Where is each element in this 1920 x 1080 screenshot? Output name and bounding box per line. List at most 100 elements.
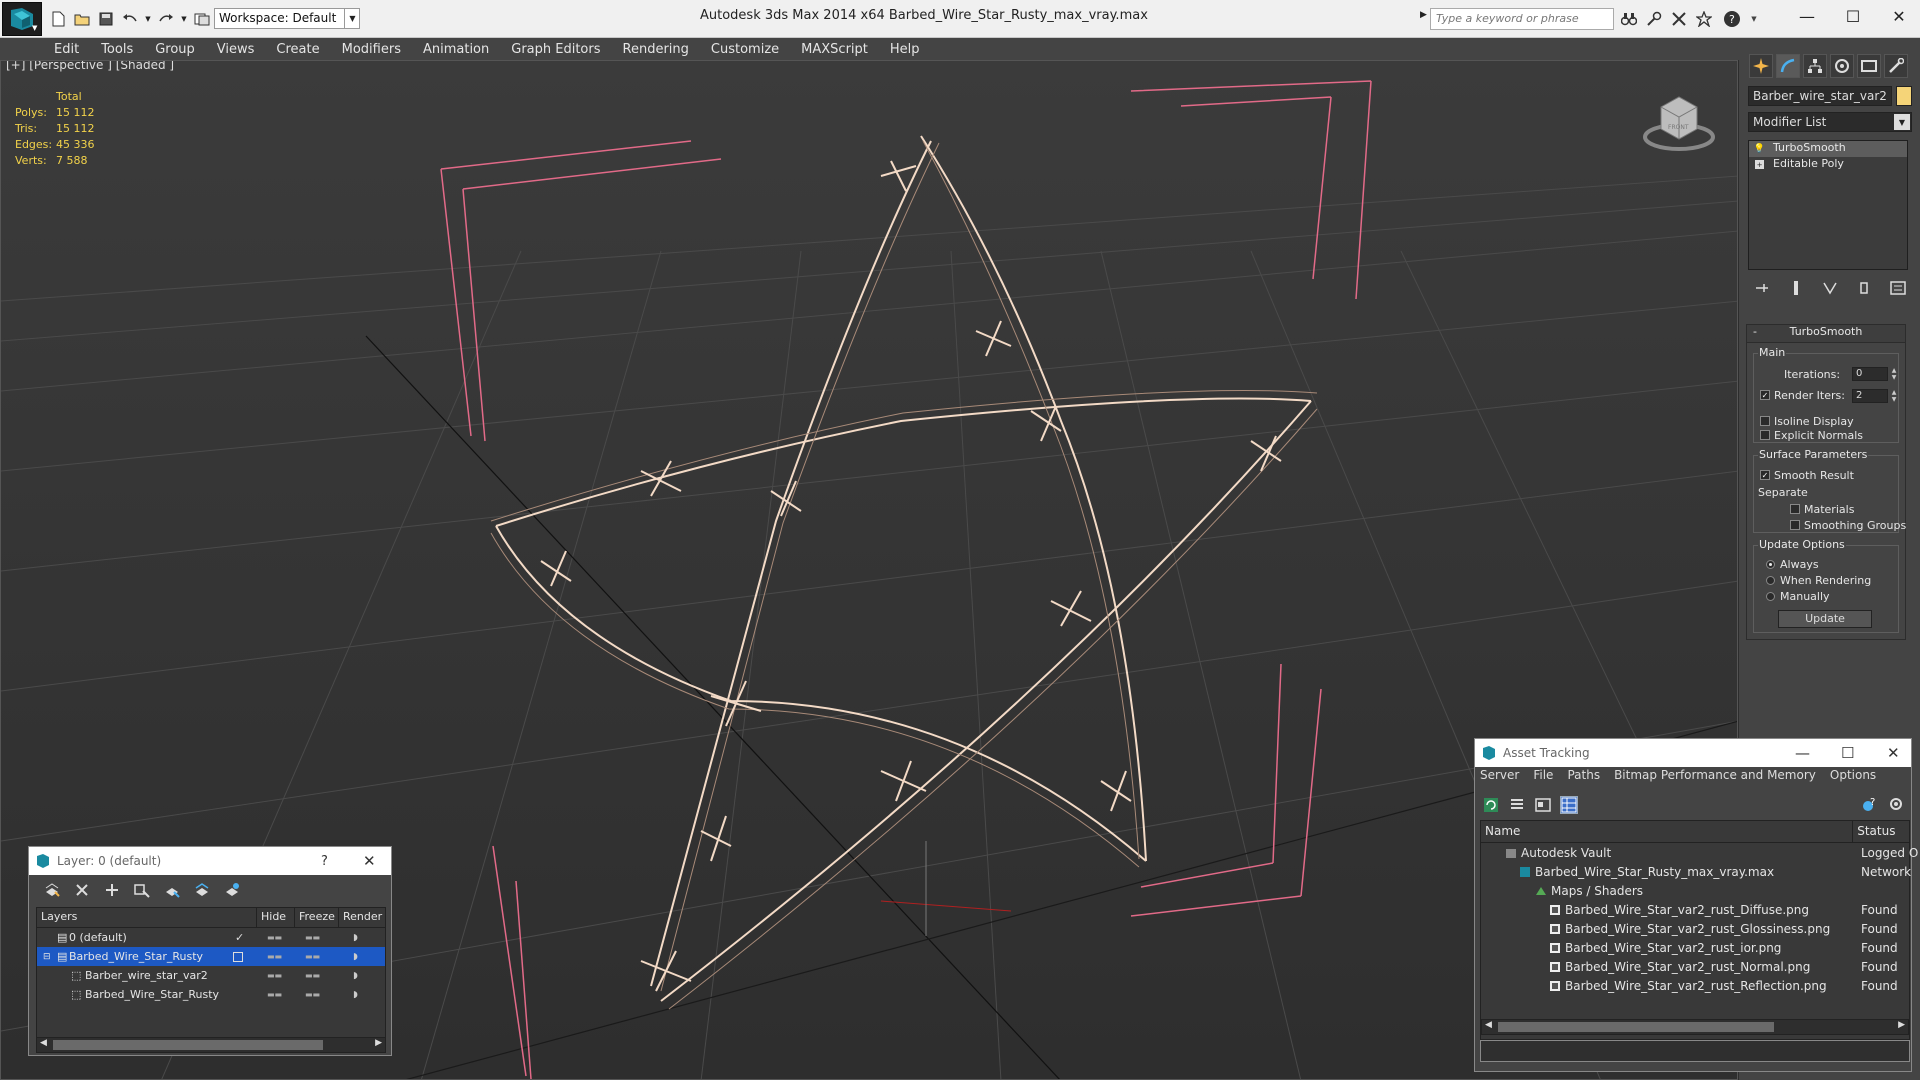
help-dropdown-icon[interactable]: ▼: [1749, 8, 1759, 30]
workspace-select[interactable]: Workspace: Default: [214, 8, 360, 29]
hide-toggle[interactable]: ▬▬: [267, 990, 282, 999]
freeze-toggle[interactable]: ▬▬: [305, 952, 320, 961]
show-end-result-icon[interactable]: [1788, 280, 1804, 296]
search-input[interactable]: Type a keyword or phrase: [1430, 8, 1614, 30]
freeze-unfreeze-all-icon[interactable]: [223, 881, 241, 899]
freeze-toggle[interactable]: ▬▬: [305, 990, 320, 999]
scroll-left-icon[interactable]: ◀: [1485, 1020, 1492, 1030]
delete-layer-icon[interactable]: [73, 881, 91, 899]
freeze-toggle[interactable]: ▬▬: [305, 971, 320, 980]
at-menu-paths[interactable]: Paths: [1567, 768, 1600, 782]
subscription-icon[interactable]: [1643, 8, 1665, 30]
materials-checkbox[interactable]: [1790, 504, 1800, 514]
menu-group[interactable]: Group: [155, 42, 195, 57]
close-dialog-button[interactable]: ✕: [1887, 744, 1900, 762]
collapse-minus-icon[interactable]: ⊟: [43, 952, 51, 962]
help-icon[interactable]: ?: [1718, 8, 1746, 30]
menu-customize[interactable]: Customize: [711, 42, 779, 57]
set-active-checkbox[interactable]: [233, 951, 243, 962]
vault-help-icon[interactable]: ?: [1862, 796, 1880, 814]
at-menu-server[interactable]: Server: [1480, 768, 1519, 782]
stack-item-editable-poly[interactable]: + Editable Poly: [1749, 157, 1907, 173]
scroll-thumb[interactable]: [53, 1040, 323, 1050]
menu-animation[interactable]: Animation: [423, 42, 489, 57]
undo-dropdown-icon[interactable]: ▼: [144, 10, 152, 28]
col-hide[interactable]: Hide: [257, 908, 295, 927]
col-render[interactable]: Render: [339, 908, 385, 927]
expand-plus-icon[interactable]: +: [1755, 160, 1764, 169]
table-view-icon[interactable]: [1560, 796, 1578, 814]
modifier-list-dropdown[interactable]: Modifier List ▼: [1748, 112, 1912, 132]
menu-maxscript[interactable]: MAXScript: [801, 42, 868, 57]
search-expand-icon[interactable]: ▶: [1420, 10, 1430, 28]
when-rendering-radio[interactable]: [1766, 576, 1775, 585]
menu-tools[interactable]: Tools: [101, 42, 133, 57]
modify-tab-icon[interactable]: [1776, 54, 1800, 78]
render-teapot-icon[interactable]: ◗: [353, 952, 358, 962]
menu-graph-editors[interactable]: Graph Editors: [511, 42, 600, 57]
smooth-result-checkbox[interactable]: ✓: [1760, 470, 1770, 480]
vault-settings-icon[interactable]: [1888, 796, 1906, 814]
asset-horizontal-scrollbar[interactable]: ◀ ▶: [1481, 1019, 1909, 1035]
scroll-left-icon[interactable]: ◀: [40, 1038, 47, 1048]
isoline-display-checkbox[interactable]: [1760, 416, 1770, 426]
binoculars-icon[interactable]: [1618, 8, 1640, 30]
iterations-spinner[interactable]: 0: [1852, 367, 1888, 381]
viewport-label[interactable]: [+] [Perspective ] [Shaded ]: [6, 61, 174, 72]
maximize-button[interactable]: ☐: [1830, 0, 1876, 32]
rollout-header[interactable]: - TurboSmooth: [1747, 325, 1905, 343]
add-to-layer-icon[interactable]: [103, 881, 121, 899]
asset-row[interactable]: Autodesk Vault Logged O: [1481, 843, 1918, 862]
close-dialog-button[interactable]: ✕: [363, 852, 376, 870]
hierarchy-tab-icon[interactable]: [1803, 54, 1827, 78]
new-file-icon[interactable]: [48, 10, 68, 28]
menu-edit[interactable]: Edit: [54, 42, 79, 57]
menu-views[interactable]: Views: [217, 42, 255, 57]
asset-row[interactable]: Barbed_Wire_Star_var2_rust_Glossiness.pn…: [1481, 919, 1909, 938]
col-freeze[interactable]: Freeze: [295, 908, 339, 927]
undo-icon[interactable]: [120, 10, 140, 28]
hide-toggle[interactable]: ▬▬: [267, 971, 282, 980]
utilities-tab-icon[interactable]: [1884, 54, 1908, 78]
asset-row[interactable]: Barbed_Wire_Star_Rusty_max_vray.max Netw…: [1481, 862, 1911, 881]
minimize-button[interactable]: —: [1784, 0, 1830, 32]
scroll-thumb[interactable]: [1498, 1022, 1774, 1032]
menu-create[interactable]: Create: [276, 42, 319, 57]
remove-modifier-icon[interactable]: [1856, 280, 1872, 296]
asset-row[interactable]: Barbed_Wire_Star_var2_rust_Normal.png Fo…: [1481, 957, 1909, 976]
always-radio[interactable]: [1766, 560, 1775, 569]
refresh-icon[interactable]: [1482, 796, 1500, 814]
asset-row[interactable]: Barbed_Wire_Star_var2_rust_Reflection.pn…: [1481, 976, 1909, 995]
display-tab-icon[interactable]: [1857, 54, 1881, 78]
active-layer-check-icon[interactable]: ✓: [235, 931, 244, 944]
layer-horizontal-scrollbar[interactable]: ◀ ▶: [36, 1037, 386, 1053]
select-objects-icon[interactable]: [133, 881, 151, 899]
smoothing-groups-checkbox[interactable]: [1790, 520, 1800, 530]
layer-row[interactable]: ⊟ ▤ Barbed_Wire_Star_Rusty ▬▬ ▬▬ ◗: [37, 947, 385, 966]
render-iters-spinner[interactable]: 2: [1852, 389, 1888, 403]
menu-help[interactable]: Help: [890, 42, 920, 57]
redo-dropdown-icon[interactable]: ▼: [180, 10, 188, 28]
hide-toggle[interactable]: ▬▬: [267, 933, 282, 942]
lightbulb-icon[interactable]: 💡: [1754, 144, 1765, 154]
render-teapot-icon[interactable]: ◗: [353, 990, 358, 1000]
asset-row[interactable]: Barbed_Wire_Star_var2_rust_ior.png Found: [1481, 938, 1909, 957]
communication-center-icon[interactable]: [1668, 8, 1690, 30]
list-view-icon[interactable]: [1508, 796, 1526, 814]
open-file-icon[interactable]: [72, 10, 92, 28]
object-name-field[interactable]: Barber_wire_star_var2: [1748, 86, 1892, 106]
hide-toggle[interactable]: ▬▬: [267, 952, 282, 961]
thumbnail-view-icon[interactable]: [1534, 796, 1552, 814]
asset-tracking-titlebar[interactable]: Asset Tracking — ☐ ✕: [1475, 739, 1911, 767]
scroll-right-icon[interactable]: ▶: [375, 1038, 382, 1048]
at-menu-file[interactable]: File: [1533, 768, 1553, 782]
layer-row[interactable]: ⬚ Barber_wire_star_var2 ▬▬ ▬▬ ◗: [37, 966, 385, 985]
pin-stack-icon[interactable]: [1754, 280, 1770, 296]
create-layer-icon[interactable]: [43, 881, 61, 899]
object-color-swatch[interactable]: [1896, 86, 1912, 106]
explicit-normals-checkbox[interactable]: [1760, 430, 1770, 440]
col-layers[interactable]: Layers: [37, 908, 257, 927]
configure-modifier-sets-icon[interactable]: [1890, 280, 1906, 296]
collapse-minus-icon[interactable]: -: [1753, 325, 1757, 338]
create-tab-icon[interactable]: [1749, 54, 1773, 78]
